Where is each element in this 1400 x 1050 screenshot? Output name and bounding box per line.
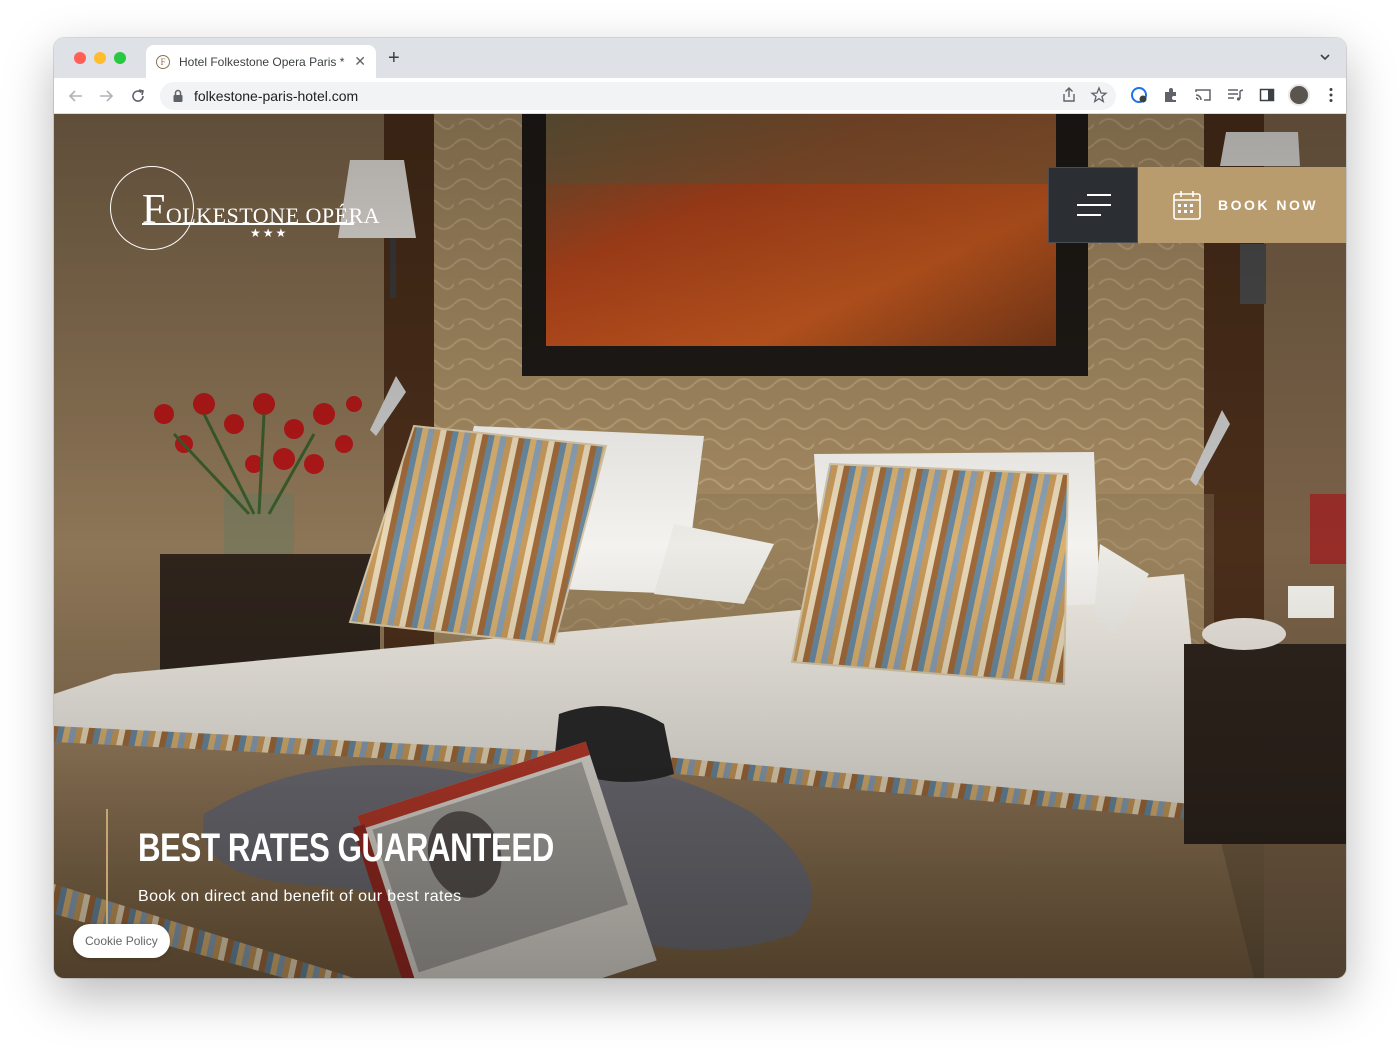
logo-underline [142, 223, 354, 225]
new-tab-icon[interactable]: + [388, 47, 400, 70]
side-panel-icon[interactable] [1256, 84, 1278, 106]
back-arrow-icon [68, 90, 82, 102]
browser-tab[interactable]: F Hotel Folkestone Opera Paris * ✕ [146, 45, 376, 78]
hotel-homepage: FOLKESTONE OPÉRA ★★★ BOOK NOW BEST RATES… [54, 114, 1346, 978]
browser-menu-icon[interactable] [1320, 84, 1342, 106]
extensions-puzzle-icon[interactable] [1160, 84, 1182, 106]
media-controls-icon[interactable] [1224, 84, 1246, 106]
promo-accent-line [106, 809, 108, 924]
hamburger-menu-icon [1077, 194, 1111, 216]
menu-button[interactable] [1048, 167, 1138, 243]
tab-title: Hotel Folkestone Opera Paris * [179, 54, 345, 69]
favicon-icon: F [156, 54, 170, 69]
promo-title: BEST RATES GUARANTEED [138, 826, 554, 870]
maximize-window-button[interactable] [114, 52, 126, 64]
forward-arrow-icon [100, 90, 114, 102]
extension-1-icon[interactable] [1128, 84, 1150, 106]
logo-initial: F [142, 187, 166, 233]
hotel-logo[interactable]: FOLKESTONE OPÉRA ★★★ [110, 166, 380, 256]
browser-toolbar: folkestone-paris-hotel.com [54, 78, 1346, 114]
browser-window: F Hotel Folkestone Opera Paris * ✕ + fol… [54, 38, 1346, 978]
reload-icon [132, 89, 144, 102]
tab-search-chevron-icon[interactable] [1318, 50, 1332, 64]
back-button[interactable] [64, 84, 88, 108]
share-icon[interactable] [1060, 86, 1078, 104]
book-now-button[interactable]: BOOK NOW [1138, 167, 1346, 243]
cast-icon[interactable] [1192, 84, 1214, 106]
reload-button[interactable] [126, 84, 150, 108]
book-now-label: BOOK NOW [1218, 197, 1319, 213]
address-bar[interactable]: folkestone-paris-hotel.com [160, 82, 1116, 110]
profile-avatar[interactable] [1288, 84, 1310, 106]
logo-stars: ★★★ [250, 226, 289, 240]
bookmark-star-icon[interactable] [1090, 86, 1108, 104]
forward-button[interactable] [94, 84, 118, 108]
lock-icon [173, 89, 183, 102]
calendar-icon [1173, 191, 1201, 220]
close-window-button[interactable] [74, 52, 86, 64]
tab-close-icon[interactable]: ✕ [354, 53, 366, 70]
url-text: folkestone-paris-hotel.com [194, 88, 359, 104]
minimize-window-button[interactable] [94, 52, 106, 64]
tab-strip: F Hotel Folkestone Opera Paris * ✕ + [54, 38, 1346, 78]
promo-subtitle: Book on direct and benefit of our best r… [138, 888, 462, 905]
cookie-policy-button[interactable]: Cookie Policy [73, 924, 170, 958]
